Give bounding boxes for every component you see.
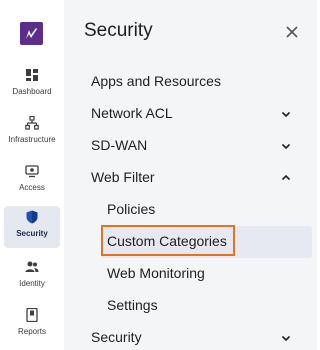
rail-label: Dashboard xyxy=(12,87,52,96)
rail-label: Access xyxy=(19,183,45,192)
rail-item-infrastructure[interactable]: Infrastructure xyxy=(4,112,60,152)
panel-title: Security xyxy=(84,20,153,41)
chevron-down-icon[interactable] xyxy=(280,332,292,344)
report-icon xyxy=(26,308,38,322)
logo-mark-icon xyxy=(26,28,37,39)
security-nav-panel: Security Apps and Resources Network ACL … xyxy=(64,0,317,350)
rail-item-dashboard[interactable]: Dashboard xyxy=(4,64,60,104)
nav-item-web-filter[interactable]: Web Filter xyxy=(91,169,155,185)
rail-label: Infrastructure xyxy=(8,135,56,144)
access-icon xyxy=(25,165,39,178)
users-icon xyxy=(25,261,39,272)
rail-item-security[interactable]: Security xyxy=(4,206,60,248)
rail-item-access[interactable]: Access xyxy=(4,160,60,200)
chevron-up-icon[interactable] xyxy=(280,172,292,184)
nav-item-security[interactable]: Security xyxy=(91,329,142,345)
dashboard-icon xyxy=(26,69,38,81)
sub-item-settings[interactable]: Settings xyxy=(107,297,158,313)
rail-item-identity[interactable]: Identity xyxy=(4,256,60,296)
nav-item-network-acl[interactable]: Network ACL xyxy=(91,105,173,121)
chevron-down-icon[interactable] xyxy=(280,140,292,152)
sub-item-web-monitoring[interactable]: Web Monitoring xyxy=(107,265,205,281)
rail-label: Identity xyxy=(19,279,45,288)
rail-item-reports[interactable]: Reports xyxy=(4,304,60,344)
nav-item-apps-and-resources[interactable]: Apps and Resources xyxy=(91,73,221,89)
shield-icon xyxy=(26,210,38,224)
sub-item-custom-categories[interactable]: Custom Categories xyxy=(107,233,227,249)
nav-item-sd-wan[interactable]: SD-WAN xyxy=(91,137,147,153)
icon-rail: Dashboard Infrastructure Access Security xyxy=(0,0,64,350)
sub-item-policies[interactable]: Policies xyxy=(107,201,155,217)
app-logo[interactable] xyxy=(20,22,43,45)
rail-label: Reports xyxy=(17,327,46,336)
rail-label: Security xyxy=(16,229,48,238)
infrastructure-icon xyxy=(25,116,39,130)
close-icon[interactable] xyxy=(284,24,300,40)
chevron-down-icon[interactable] xyxy=(280,108,292,120)
